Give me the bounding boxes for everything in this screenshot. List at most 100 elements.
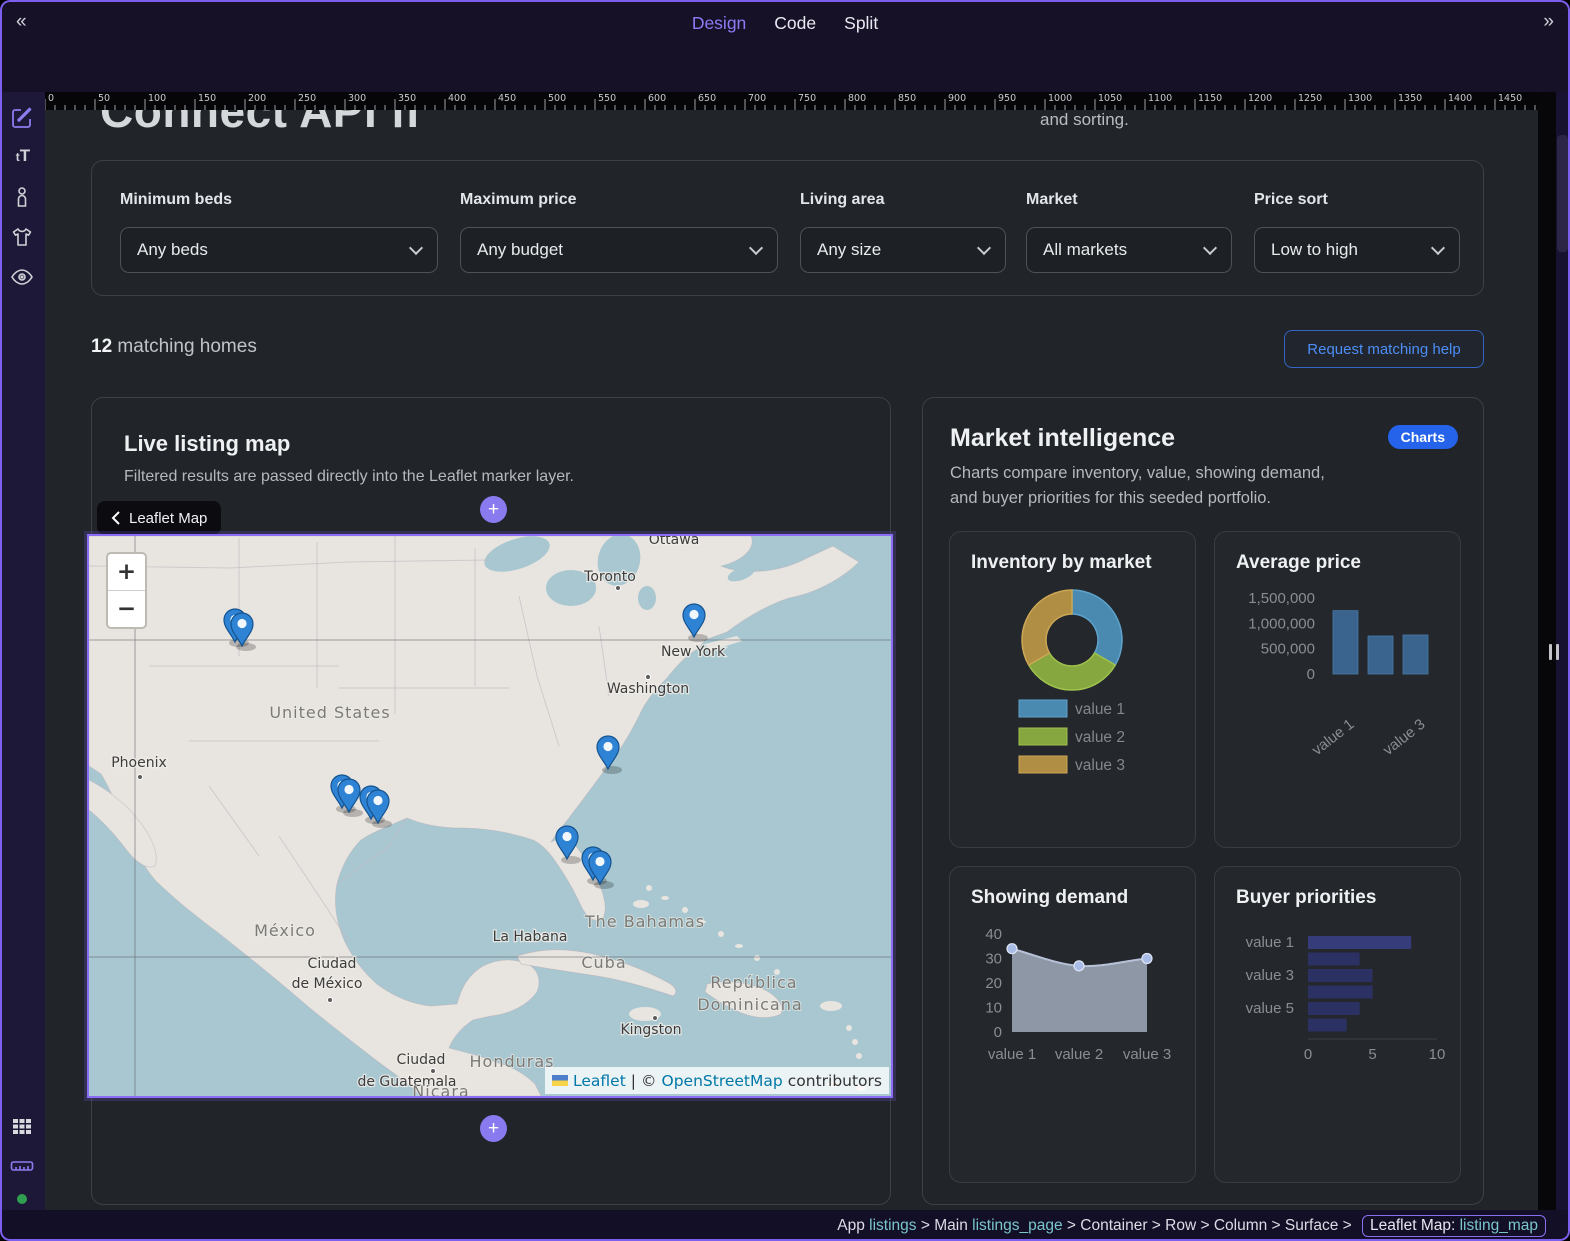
page-heading-clipped: Connect API fi (100, 110, 420, 138)
breadcrumb-link[interactable]: listings_page (972, 1217, 1062, 1235)
attribution-separator: | (631, 1072, 636, 1090)
scrollbar-thumb[interactable] (1557, 135, 1568, 252)
chevron-down-icon (749, 240, 763, 254)
svg-text:250: 250 (298, 93, 316, 104)
attribution-contributors: contributors (788, 1072, 882, 1090)
map-label: Ciudad (397, 1052, 446, 1068)
svg-text:1000: 1000 (1048, 93, 1072, 104)
price-sort-select[interactable]: Low to high (1254, 227, 1460, 273)
ruler-toggle-icon[interactable] (10, 1154, 36, 1180)
breadcrumb-link[interactable]: listings (869, 1217, 916, 1235)
svg-text:1050: 1050 (1098, 93, 1122, 104)
panel-drag-handle[interactable] (1549, 644, 1559, 660)
buyer-priorities-hbar-chart: value 1value 3value 50510 (1215, 867, 1460, 1182)
map-label: Phoenix (111, 755, 167, 771)
filters-card: Minimum beds Any beds Maximum price Any … (91, 160, 1484, 296)
svg-text:750: 750 (798, 93, 816, 104)
text-tool-icon[interactable]: tT (10, 146, 36, 172)
svg-text:value 3: value 3 (1075, 757, 1125, 774)
tab-split[interactable]: Split (844, 13, 878, 34)
edit-tool-icon[interactable] (10, 106, 36, 132)
svg-text:value 5: value 5 (1246, 1000, 1294, 1017)
svg-text:1450: 1450 (1498, 93, 1522, 104)
design-canvas: Connect API fi and sorting. Minimum beds… (45, 110, 1538, 1210)
results-count-number: 12 (91, 336, 112, 357)
svg-text:400: 400 (448, 93, 466, 104)
breadcrumb-selected-chip[interactable]: Leaflet Map: listing_map (1362, 1215, 1546, 1237)
tab-code[interactable]: Code (774, 13, 816, 34)
map-card-subtitle: Filtered results are passed directly int… (124, 468, 574, 486)
svg-text:200: 200 (248, 93, 266, 104)
svg-text:1200: 1200 (1248, 93, 1272, 104)
filter-label-minimum-beds: Minimum beds (120, 191, 232, 209)
map-label: The Bahamas (584, 912, 705, 931)
minimum-beds-select[interactable]: Any beds (120, 227, 438, 273)
charts-badge: Charts (1388, 425, 1458, 449)
map-label: México (254, 921, 316, 940)
map-label: Nicara (412, 1082, 469, 1096)
breadcrumb-text: > Container > Row > Column > Surface > (1063, 1217, 1356, 1235)
showing-demand-chart-card: Showing demand 010203040value 1value 2va… (949, 866, 1196, 1183)
request-matching-help-button[interactable]: Request matching help (1284, 330, 1484, 368)
svg-text:500: 500 (548, 93, 566, 104)
theme-shirt-icon[interactable] (10, 225, 36, 251)
svg-text:300: 300 (348, 93, 366, 104)
map-label: Ciudad (308, 956, 357, 972)
living-area-select[interactable]: Any size (800, 227, 1006, 273)
leaflet-link[interactable]: Leaflet (573, 1072, 626, 1090)
left-sidebar: tT (0, 92, 45, 1212)
status-dot (17, 1194, 27, 1204)
svg-text:40: 40 (985, 926, 1002, 943)
svg-text:30: 30 (985, 951, 1002, 968)
zoom-in-button[interactable]: + (108, 554, 145, 590)
inventory-by-market-chart-card: Inventory by market value 1value 2value … (949, 531, 1196, 848)
add-component-below-button[interactable]: + (480, 1115, 507, 1142)
svg-text:0: 0 (1307, 666, 1315, 683)
breadcrumb-chip-name[interactable]: listing_map (1460, 1217, 1538, 1234)
maximum-price-select[interactable]: Any budget (460, 227, 778, 273)
component-tool-icon[interactable] (10, 185, 36, 211)
selected-component-label: Leaflet Map (129, 510, 207, 527)
svg-text:value 2: value 2 (1055, 1046, 1103, 1063)
average-price-chart-card: Average price 0500,0001,000,0001,500,000… (1214, 531, 1461, 848)
breadcrumb-text: App (837, 1217, 869, 1235)
market-select[interactable]: All markets (1026, 227, 1232, 273)
svg-text:10: 10 (1429, 1046, 1446, 1063)
leaflet-map[interactable]: OttawaTorontoNew YorkWashingtonUnited St… (87, 534, 893, 1098)
map-label: de México (292, 976, 363, 992)
ukraine-flag-icon (552, 1075, 568, 1086)
maximum-price-value: Any budget (477, 240, 563, 260)
chevron-down-icon (977, 240, 991, 254)
svg-text:150: 150 (198, 93, 216, 104)
map-label: Kingston (620, 1022, 681, 1038)
openstreetmap-link[interactable]: OpenStreetMap (662, 1072, 783, 1090)
visibility-eye-icon[interactable] (10, 265, 36, 291)
grid-apps-icon[interactable] (10, 1114, 36, 1140)
map-zoom-control: + − (106, 552, 147, 629)
zoom-out-button[interactable]: − (108, 590, 145, 627)
copyright-symbol: © (641, 1072, 657, 1090)
collapse-left-icon[interactable]: « (16, 11, 27, 33)
heading-trailing-text: and sorting. (1040, 110, 1129, 130)
add-component-above-button[interactable]: + (480, 496, 507, 523)
map-label: New York (661, 644, 726, 660)
map-label: Washington (607, 681, 689, 697)
svg-text:0: 0 (48, 93, 54, 104)
map-label: República (710, 973, 797, 992)
living-area-value: Any size (817, 240, 881, 260)
map-label: Honduras (470, 1052, 555, 1071)
svg-text:800: 800 (848, 93, 866, 104)
selected-component-tag[interactable]: Leaflet Map (97, 501, 221, 535)
tab-design[interactable]: Design (692, 13, 746, 34)
results-count-text: matching homes (112, 336, 257, 357)
svg-text:600: 600 (648, 93, 666, 104)
svg-text:550: 550 (598, 93, 616, 104)
filter-label-maximum-price: Maximum price (460, 191, 576, 209)
svg-text:0: 0 (1304, 1046, 1312, 1063)
collapse-right-icon[interactable]: » (1543, 11, 1554, 33)
market-value: All markets (1043, 240, 1127, 260)
svg-text:950: 950 (998, 93, 1016, 104)
breadcrumb-text: Main (934, 1217, 972, 1235)
market-intelligence-card: Market intelligence Charts Charts compar… (922, 397, 1484, 1205)
view-tabs: Design Code Split (692, 0, 878, 46)
